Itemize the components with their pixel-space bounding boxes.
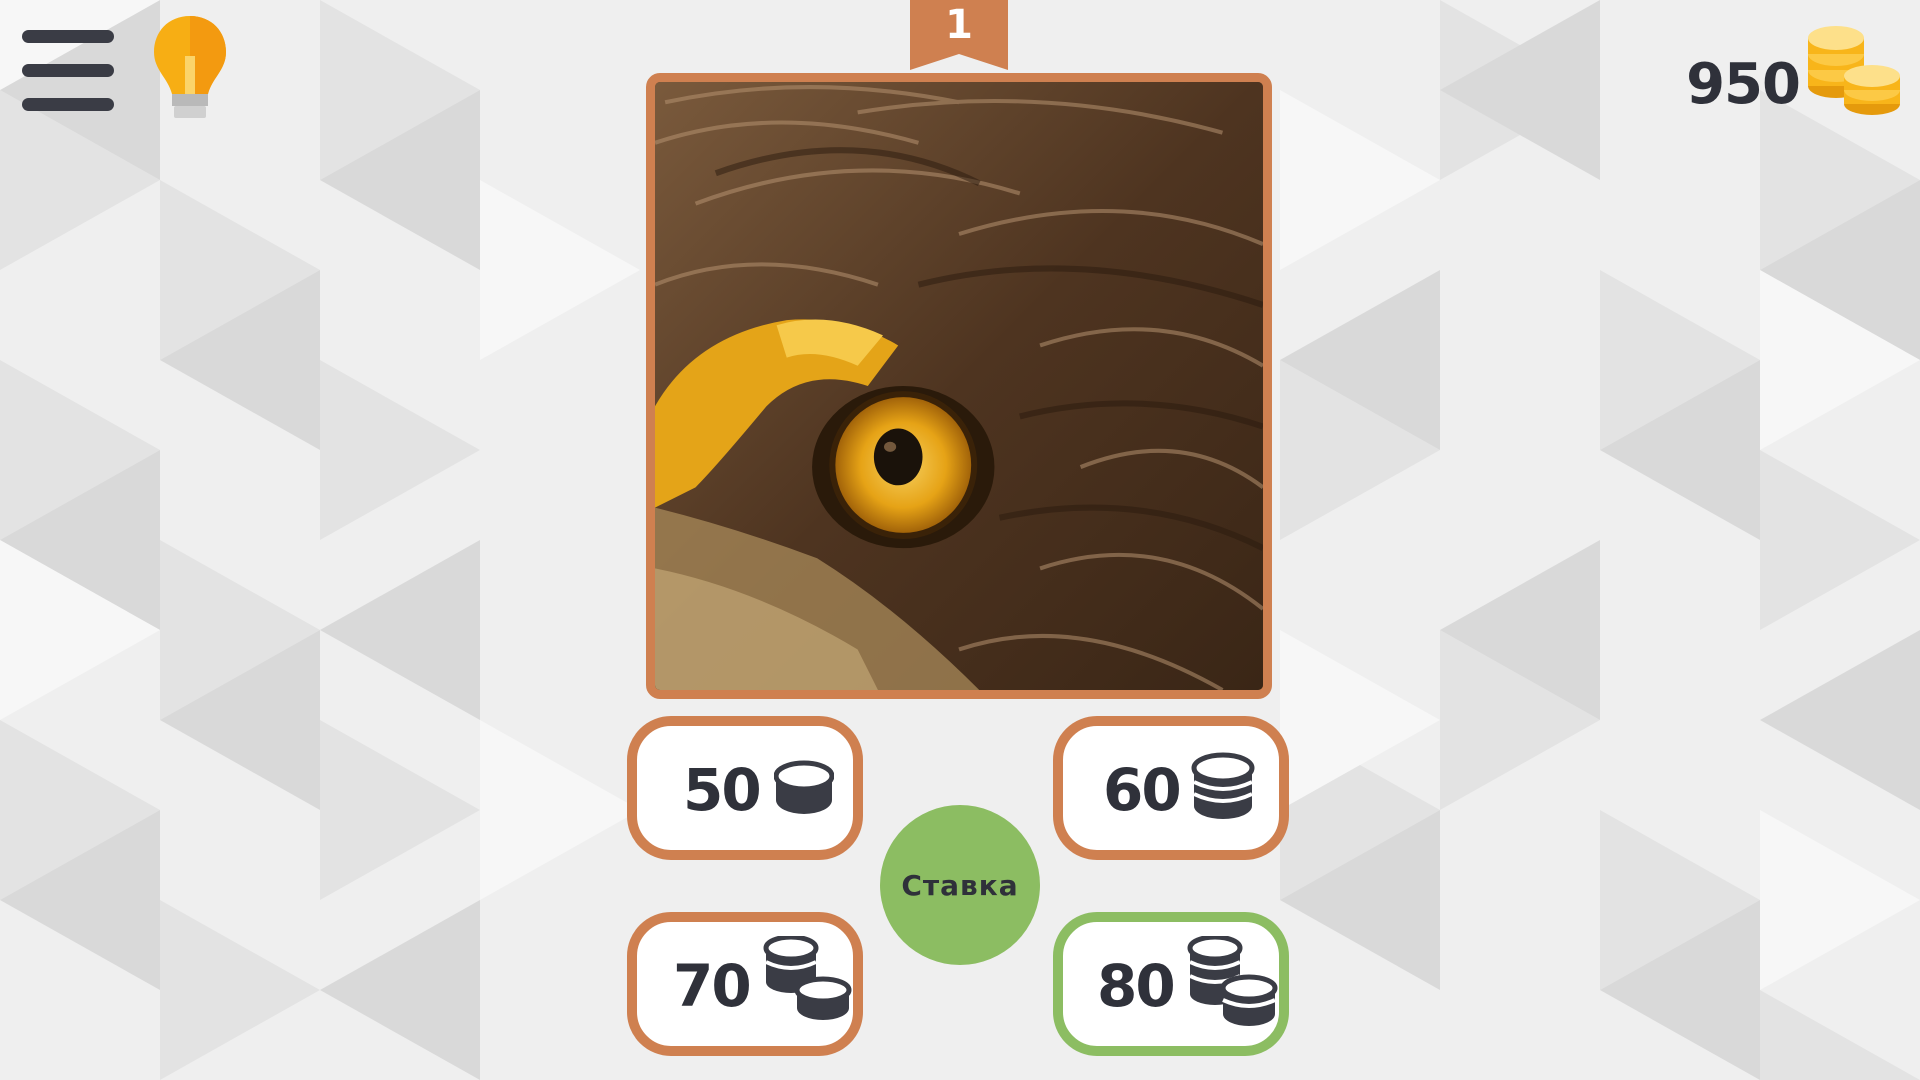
bet-option-70[interactable]: 70 <box>627 912 863 1056</box>
bet-value: 80 <box>1097 952 1176 1020</box>
puzzle-image <box>646 73 1272 699</box>
menu-button[interactable] <box>22 30 116 114</box>
coin-stacks-icon <box>763 936 852 1020</box>
coin-single-icon <box>774 760 834 814</box>
coin-balance: 950 <box>1686 52 1801 117</box>
menu-icon <box>22 30 114 43</box>
hint-button[interactable] <box>150 12 230 128</box>
bet-value: 70 <box>673 952 752 1020</box>
stake-button-label: Ставка <box>901 868 1019 902</box>
coin-stacks-large-icon <box>1187 936 1278 1026</box>
bet-value: 50 <box>683 756 762 824</box>
eagle-eye-image <box>655 82 1263 690</box>
bet-option-60[interactable]: 60 <box>1053 716 1289 860</box>
level-number: 1 <box>945 2 973 48</box>
bet-option-80[interactable]: 80 <box>1053 912 1289 1056</box>
bet-option-50[interactable]: 50 <box>627 716 863 860</box>
stake-button[interactable]: Ставка <box>880 805 1040 965</box>
bet-value: 60 <box>1103 756 1182 824</box>
lightbulb-icon <box>154 16 226 118</box>
coin-stack-small-icon <box>1191 752 1255 819</box>
gold-coins-icon <box>1808 26 1900 115</box>
